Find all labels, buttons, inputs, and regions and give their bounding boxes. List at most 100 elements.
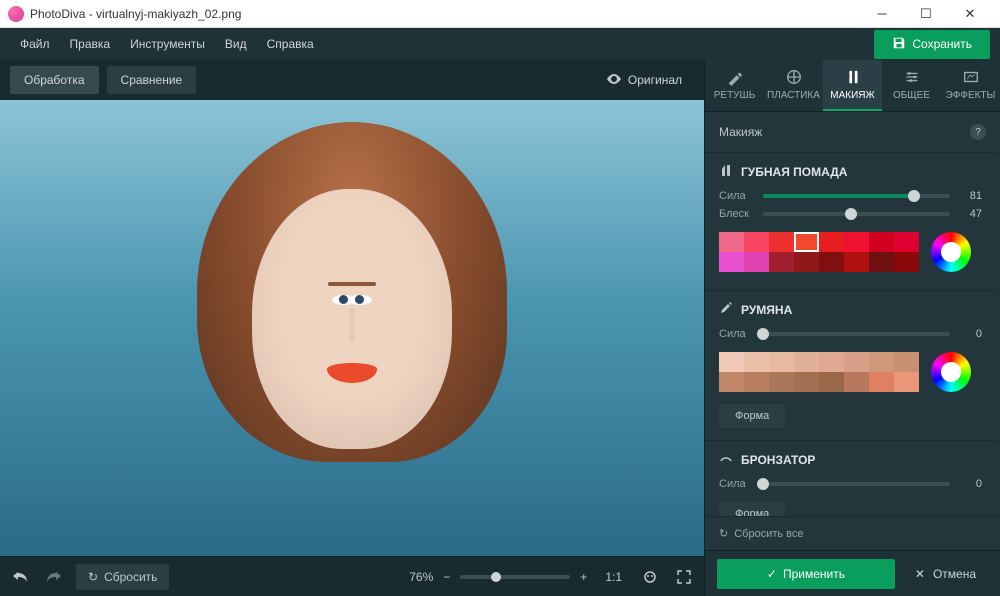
section-blush: РУМЯНА Сила 0 Форма <box>705 290 996 440</box>
menu-help[interactable]: Справка <box>257 37 324 51</box>
tab-effects[interactable]: ЭФФЕКТЫ <box>941 60 1000 111</box>
color-swatch[interactable] <box>819 252 844 272</box>
reset-all-button[interactable]: ↻ Сбросить все <box>705 516 1000 550</box>
minimize-button[interactable]: ─ <box>860 0 904 28</box>
color-swatch[interactable] <box>819 232 844 252</box>
zoom-out-button[interactable]: − <box>443 570 450 584</box>
close-button[interactable]: ✕ <box>948 0 992 28</box>
blush-header[interactable]: РУМЯНА <box>719 301 982 318</box>
apply-button[interactable]: ✓ Применить <box>717 559 895 589</box>
bronzer-form-button[interactable]: Форма <box>719 502 785 516</box>
bronzer-icon <box>719 451 733 468</box>
zoom-slider[interactable] <box>460 575 570 579</box>
tab-retouch[interactable]: РЕТУШЬ <box>705 60 764 111</box>
save-label: Сохранить <box>912 37 972 51</box>
color-swatch[interactable] <box>719 352 744 372</box>
bronzer-header[interactable]: БРОНЗАТОР <box>719 451 982 468</box>
panel-scroll[interactable]: ГУБНАЯ ПОМАДА Сила 81 Блеск 47 <box>705 152 1000 516</box>
fullscreen-button[interactable] <box>676 569 692 585</box>
undo-button[interactable] <box>12 570 30 584</box>
color-swatch[interactable] <box>744 372 769 392</box>
check-icon: ✓ <box>767 567 777 581</box>
canvas[interactable] <box>0 100 704 556</box>
color-swatch[interactable] <box>744 252 769 272</box>
lipstick-gloss-slider[interactable] <box>763 212 950 216</box>
blush-strength-value: 0 <box>958 328 982 340</box>
color-swatch[interactable] <box>769 252 794 272</box>
zoom-value: 76% <box>409 570 433 584</box>
color-swatch[interactable] <box>744 352 769 372</box>
maximize-button[interactable]: ☐ <box>904 0 948 28</box>
menu-edit[interactable]: Правка <box>60 37 121 51</box>
color-swatch[interactable] <box>794 252 819 272</box>
save-button[interactable]: Сохранить <box>874 30 990 59</box>
cancel-button[interactable]: ✕ Отмена <box>903 559 988 589</box>
tab-plastic[interactable]: ПЛАСТИКА <box>764 60 823 111</box>
color-swatch[interactable] <box>894 372 919 392</box>
bronzer-strength-slider[interactable] <box>763 482 950 486</box>
color-swatch[interactable] <box>794 372 819 392</box>
bronzer-strength-label: Сила <box>719 478 755 490</box>
fit-face-button[interactable] <box>642 569 658 585</box>
color-swatch[interactable] <box>844 372 869 392</box>
lipstick-gloss-value: 47 <box>958 208 982 220</box>
color-swatch[interactable] <box>769 352 794 372</box>
color-swatch[interactable] <box>819 352 844 372</box>
reset-button[interactable]: ↻ Сбросить <box>76 564 169 590</box>
help-button[interactable]: ? <box>970 124 986 140</box>
color-swatch[interactable] <box>719 372 744 392</box>
close-icon: ✕ <box>915 567 925 581</box>
lipstick-strength-label: Сила <box>719 190 755 202</box>
menu-file[interactable]: Файл <box>10 37 60 51</box>
right-panel: РЕТУШЬ ПЛАСТИКА МАКИЯЖ ОБЩЕЕ ЭФФЕКТЫ Мак… <box>704 60 1000 596</box>
lipstick-header[interactable]: ГУБНАЯ ПОМАДА <box>719 163 982 180</box>
color-swatch[interactable] <box>869 372 894 392</box>
color-swatch[interactable] <box>844 352 869 372</box>
tab-makeup[interactable]: МАКИЯЖ <box>823 60 882 111</box>
menu-view[interactable]: Вид <box>215 37 257 51</box>
reset-icon: ↻ <box>88 570 98 584</box>
reset-label: Сбросить <box>104 570 157 584</box>
zoom-in-button[interactable]: + <box>580 570 587 584</box>
lipstick-strength-slider[interactable] <box>763 194 950 198</box>
bronzer-strength-value: 0 <box>958 478 982 490</box>
cancel-label: Отмена <box>933 567 976 581</box>
color-swatch[interactable] <box>894 352 919 372</box>
blush-swatches <box>719 352 919 392</box>
lipstick-gloss-label: Блеск <box>719 208 755 220</box>
color-swatch[interactable] <box>794 232 819 252</box>
lipstick-title: ГУБНАЯ ПОМАДА <box>741 165 847 179</box>
panel-header: Макияж ? <box>705 112 1000 152</box>
tab-edit[interactable]: Обработка <box>10 66 99 94</box>
redo-button[interactable] <box>44 570 62 584</box>
blush-strength-slider[interactable] <box>763 332 950 336</box>
color-swatch[interactable] <box>894 232 919 252</box>
color-swatch[interactable] <box>719 252 744 272</box>
lipstick-strength-value: 81 <box>958 190 982 202</box>
color-swatch[interactable] <box>769 372 794 392</box>
lipstick-colorwheel[interactable] <box>931 232 971 272</box>
color-swatch[interactable] <box>819 372 844 392</box>
tab-general[interactable]: ОБЩЕЕ <box>882 60 941 111</box>
tab-compare[interactable]: Сравнение <box>107 66 197 94</box>
color-swatch[interactable] <box>894 252 919 272</box>
blush-form-button[interactable]: Форма <box>719 404 785 428</box>
color-swatch[interactable] <box>869 232 894 252</box>
apply-label: Применить <box>783 567 845 581</box>
original-toggle[interactable]: Оригинал <box>594 64 694 97</box>
photo-content <box>0 100 704 556</box>
section-lipstick: ГУБНАЯ ПОМАДА Сила 81 Блеск 47 <box>705 152 996 290</box>
app-logo-icon <box>8 6 24 22</box>
color-swatch[interactable] <box>719 232 744 252</box>
blush-colorwheel[interactable] <box>931 352 971 392</box>
menu-tools[interactable]: Инструменты <box>120 37 215 51</box>
color-swatch[interactable] <box>744 232 769 252</box>
color-swatch[interactable] <box>844 232 869 252</box>
color-swatch[interactable] <box>769 232 794 252</box>
color-swatch[interactable] <box>794 352 819 372</box>
color-swatch[interactable] <box>869 352 894 372</box>
zoom-ratio[interactable]: 1:1 <box>605 570 622 584</box>
titlebar: PhotoDiva - virtualnyj-makiyazh_02.png ─… <box>0 0 1000 28</box>
color-swatch[interactable] <box>844 252 869 272</box>
color-swatch[interactable] <box>869 252 894 272</box>
